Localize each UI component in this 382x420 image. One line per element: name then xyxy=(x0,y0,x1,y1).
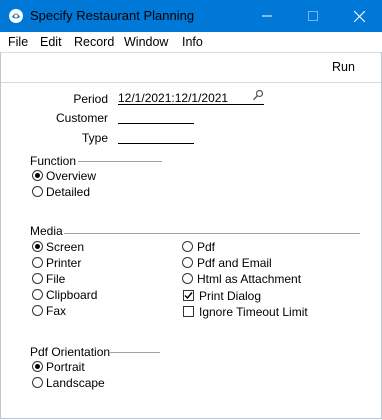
fax-label: Fax xyxy=(46,304,67,318)
menu-window[interactable]: Window xyxy=(124,34,168,50)
radio-portrait[interactable] xyxy=(32,361,43,372)
period-input[interactable]: 12/1/2021:12/1/2021 xyxy=(118,91,228,105)
media-group-rule xyxy=(64,233,360,234)
minimize-button[interactable] xyxy=(244,0,290,32)
close-icon xyxy=(353,10,365,22)
radio-printer[interactable] xyxy=(32,257,43,268)
orientation-group-title: Pdf Orientation xyxy=(30,345,111,359)
type-input[interactable] xyxy=(118,143,194,144)
function-group-rule xyxy=(78,161,162,162)
maximize-button[interactable] xyxy=(290,0,336,32)
type-label: Type xyxy=(81,131,108,145)
media-group-title: Media xyxy=(30,224,63,238)
minimize-icon xyxy=(262,15,272,17)
period-underline xyxy=(118,104,264,105)
menu-info[interactable]: Info xyxy=(182,34,203,50)
app-icon xyxy=(8,8,24,24)
pdf-label: Pdf xyxy=(197,240,216,254)
radio-file[interactable] xyxy=(32,273,43,284)
checkbox-print-dialog[interactable] xyxy=(183,290,194,301)
window-title: Specify Restaurant Planning xyxy=(30,8,195,23)
pdf-and-email-label: Pdf and Email xyxy=(197,256,272,270)
menu-file[interactable]: File xyxy=(8,34,28,50)
maximize-icon xyxy=(308,11,318,21)
landscape-label: Landscape xyxy=(46,376,105,390)
radio-fax[interactable] xyxy=(32,305,43,316)
menu-edit[interactable]: Edit xyxy=(40,34,62,50)
header-divider xyxy=(1,82,381,83)
portrait-label: Portrait xyxy=(46,360,85,374)
customer-input[interactable] xyxy=(118,123,194,124)
radio-screen[interactable] xyxy=(32,241,43,252)
detailed-label: Detailed xyxy=(46,185,91,199)
toolbar-divider xyxy=(1,52,381,53)
overview-label: Overview xyxy=(46,169,97,183)
print-dialog-label: Print Dialog xyxy=(199,289,262,303)
radio-landscape[interactable] xyxy=(32,377,43,388)
checkmark-icon xyxy=(184,292,193,300)
menu-record[interactable]: Record xyxy=(74,34,114,50)
customer-label: Customer xyxy=(55,111,108,125)
file-label: File xyxy=(46,272,66,286)
checkbox-ignore-timeout-limit[interactable] xyxy=(183,306,194,317)
radio-html-as-attachment[interactable] xyxy=(182,273,193,284)
close-button[interactable] xyxy=(336,0,382,32)
period-label: Period xyxy=(73,92,108,106)
radio-detailed[interactable] xyxy=(32,186,43,197)
radio-clipboard[interactable] xyxy=(32,289,43,300)
printer-label: Printer xyxy=(46,256,82,270)
screen-label: Screen xyxy=(46,240,85,254)
function-group-title: Function xyxy=(30,154,77,168)
radio-overview[interactable] xyxy=(32,170,43,181)
clipboard-label: Clipboard xyxy=(46,288,98,302)
run-button[interactable]: Run xyxy=(332,60,355,74)
radio-pdf-and-email[interactable] xyxy=(182,257,193,268)
orientation-group-rule xyxy=(110,352,160,353)
html-as-attachment-label: Html as Attachment xyxy=(197,272,302,286)
radio-pdf[interactable] xyxy=(182,241,193,252)
ignore-timeout-limit-label: Ignore Timeout Limit xyxy=(199,305,308,319)
paste-special-icon[interactable] xyxy=(252,89,264,101)
